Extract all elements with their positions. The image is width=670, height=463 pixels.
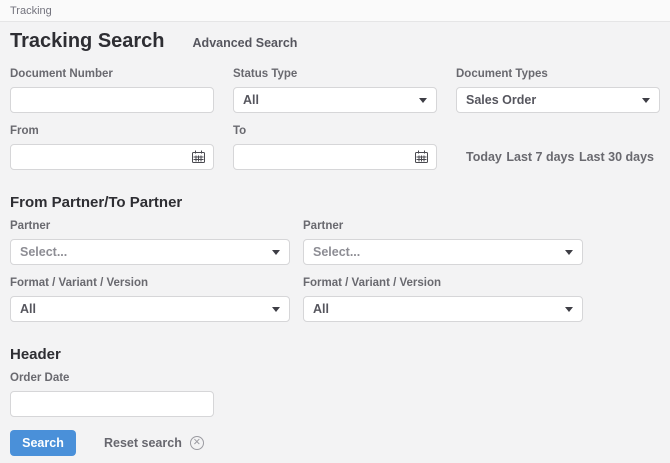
reset-search-label: Reset search xyxy=(104,436,182,450)
advanced-search-link[interactable]: Advanced Search xyxy=(193,36,298,50)
caret-down-icon xyxy=(272,250,280,255)
to-format-select[interactable]: All xyxy=(303,296,583,322)
from-partner-value: Select... xyxy=(20,245,67,259)
filter-row-2: From To xyxy=(10,125,660,170)
from-partner-field: Partner Select... xyxy=(10,220,290,265)
document-types-field: Document Types Sales Order xyxy=(456,68,660,113)
from-date-field: From xyxy=(10,125,214,170)
caret-down-icon xyxy=(419,98,427,103)
order-date-field: Order Date xyxy=(10,372,214,417)
from-partner-select[interactable]: Select... xyxy=(10,239,290,265)
reset-search-button[interactable]: Reset search ✕ xyxy=(104,436,204,450)
breadcrumb[interactable]: Tracking xyxy=(10,5,52,17)
status-type-label: Status Type xyxy=(233,68,437,80)
caret-down-icon xyxy=(565,250,573,255)
to-format-field: Format / Variant / Version All xyxy=(303,277,583,322)
to-format-label: Format / Variant / Version xyxy=(303,277,583,289)
quick-range-last-7-days[interactable]: Last 7 days xyxy=(506,150,574,164)
order-date-label: Order Date xyxy=(10,372,214,384)
to-date-input[interactable] xyxy=(233,144,437,170)
main-content: Tracking Search Advanced Search Document… xyxy=(0,30,670,456)
actions-row: Search Reset search ✕ xyxy=(10,430,660,456)
document-types-value: Sales Order xyxy=(466,93,536,107)
filter-row-1: Document Number Status Type All Document… xyxy=(10,68,660,113)
status-type-select[interactable]: All xyxy=(233,87,437,113)
from-format-field: Format / Variant / Version All xyxy=(10,277,290,322)
caret-down-icon xyxy=(272,307,280,312)
to-date-field: To xyxy=(233,125,437,170)
to-partner-field: Partner Select... xyxy=(303,220,583,265)
from-format-select[interactable]: All xyxy=(10,296,290,322)
from-format-label: Format / Variant / Version xyxy=(10,277,290,289)
document-types-select[interactable]: Sales Order xyxy=(456,87,660,113)
from-partner-label: Partner xyxy=(10,220,290,232)
caret-down-icon xyxy=(642,98,650,103)
document-number-label: Document Number xyxy=(10,68,214,80)
order-date-input[interactable] xyxy=(10,391,214,417)
order-date-row: Order Date xyxy=(10,372,660,417)
status-type-value: All xyxy=(243,93,259,107)
partner-row: Partner Select... Partner Select... xyxy=(10,220,660,265)
from-date-input[interactable] xyxy=(10,144,214,170)
calendar-icon[interactable] xyxy=(191,150,206,164)
caret-down-icon xyxy=(565,307,573,312)
from-format-value: All xyxy=(20,302,36,316)
page-header: Tracking Search Advanced Search xyxy=(10,30,660,53)
calendar-icon[interactable] xyxy=(414,150,429,164)
page-title: Tracking Search xyxy=(10,30,165,53)
to-partner-value: Select... xyxy=(313,245,360,259)
quick-range-last-30-days[interactable]: Last 30 days xyxy=(579,150,654,164)
partner-section-title: From Partner/To Partner xyxy=(10,194,660,211)
format-row: Format / Variant / Version All Format / … xyxy=(10,277,660,322)
to-partner-label: Partner xyxy=(303,220,583,232)
circle-x-icon: ✕ xyxy=(190,436,204,450)
status-type-field: Status Type All xyxy=(233,68,437,113)
from-date-label: From xyxy=(10,125,214,137)
document-types-label: Document Types xyxy=(456,68,660,80)
quick-ranges-column: Today Last 7 days Last 30 days xyxy=(456,125,660,170)
search-button[interactable]: Search xyxy=(10,430,76,456)
quick-range-today[interactable]: Today xyxy=(466,150,502,164)
breadcrumb-bar: Tracking xyxy=(0,0,670,22)
to-date-label: To xyxy=(233,125,437,137)
to-partner-select[interactable]: Select... xyxy=(303,239,583,265)
header-section-title: Header xyxy=(10,346,660,363)
document-number-field: Document Number xyxy=(10,68,214,113)
to-format-value: All xyxy=(313,302,329,316)
document-number-input[interactable] xyxy=(10,87,214,113)
